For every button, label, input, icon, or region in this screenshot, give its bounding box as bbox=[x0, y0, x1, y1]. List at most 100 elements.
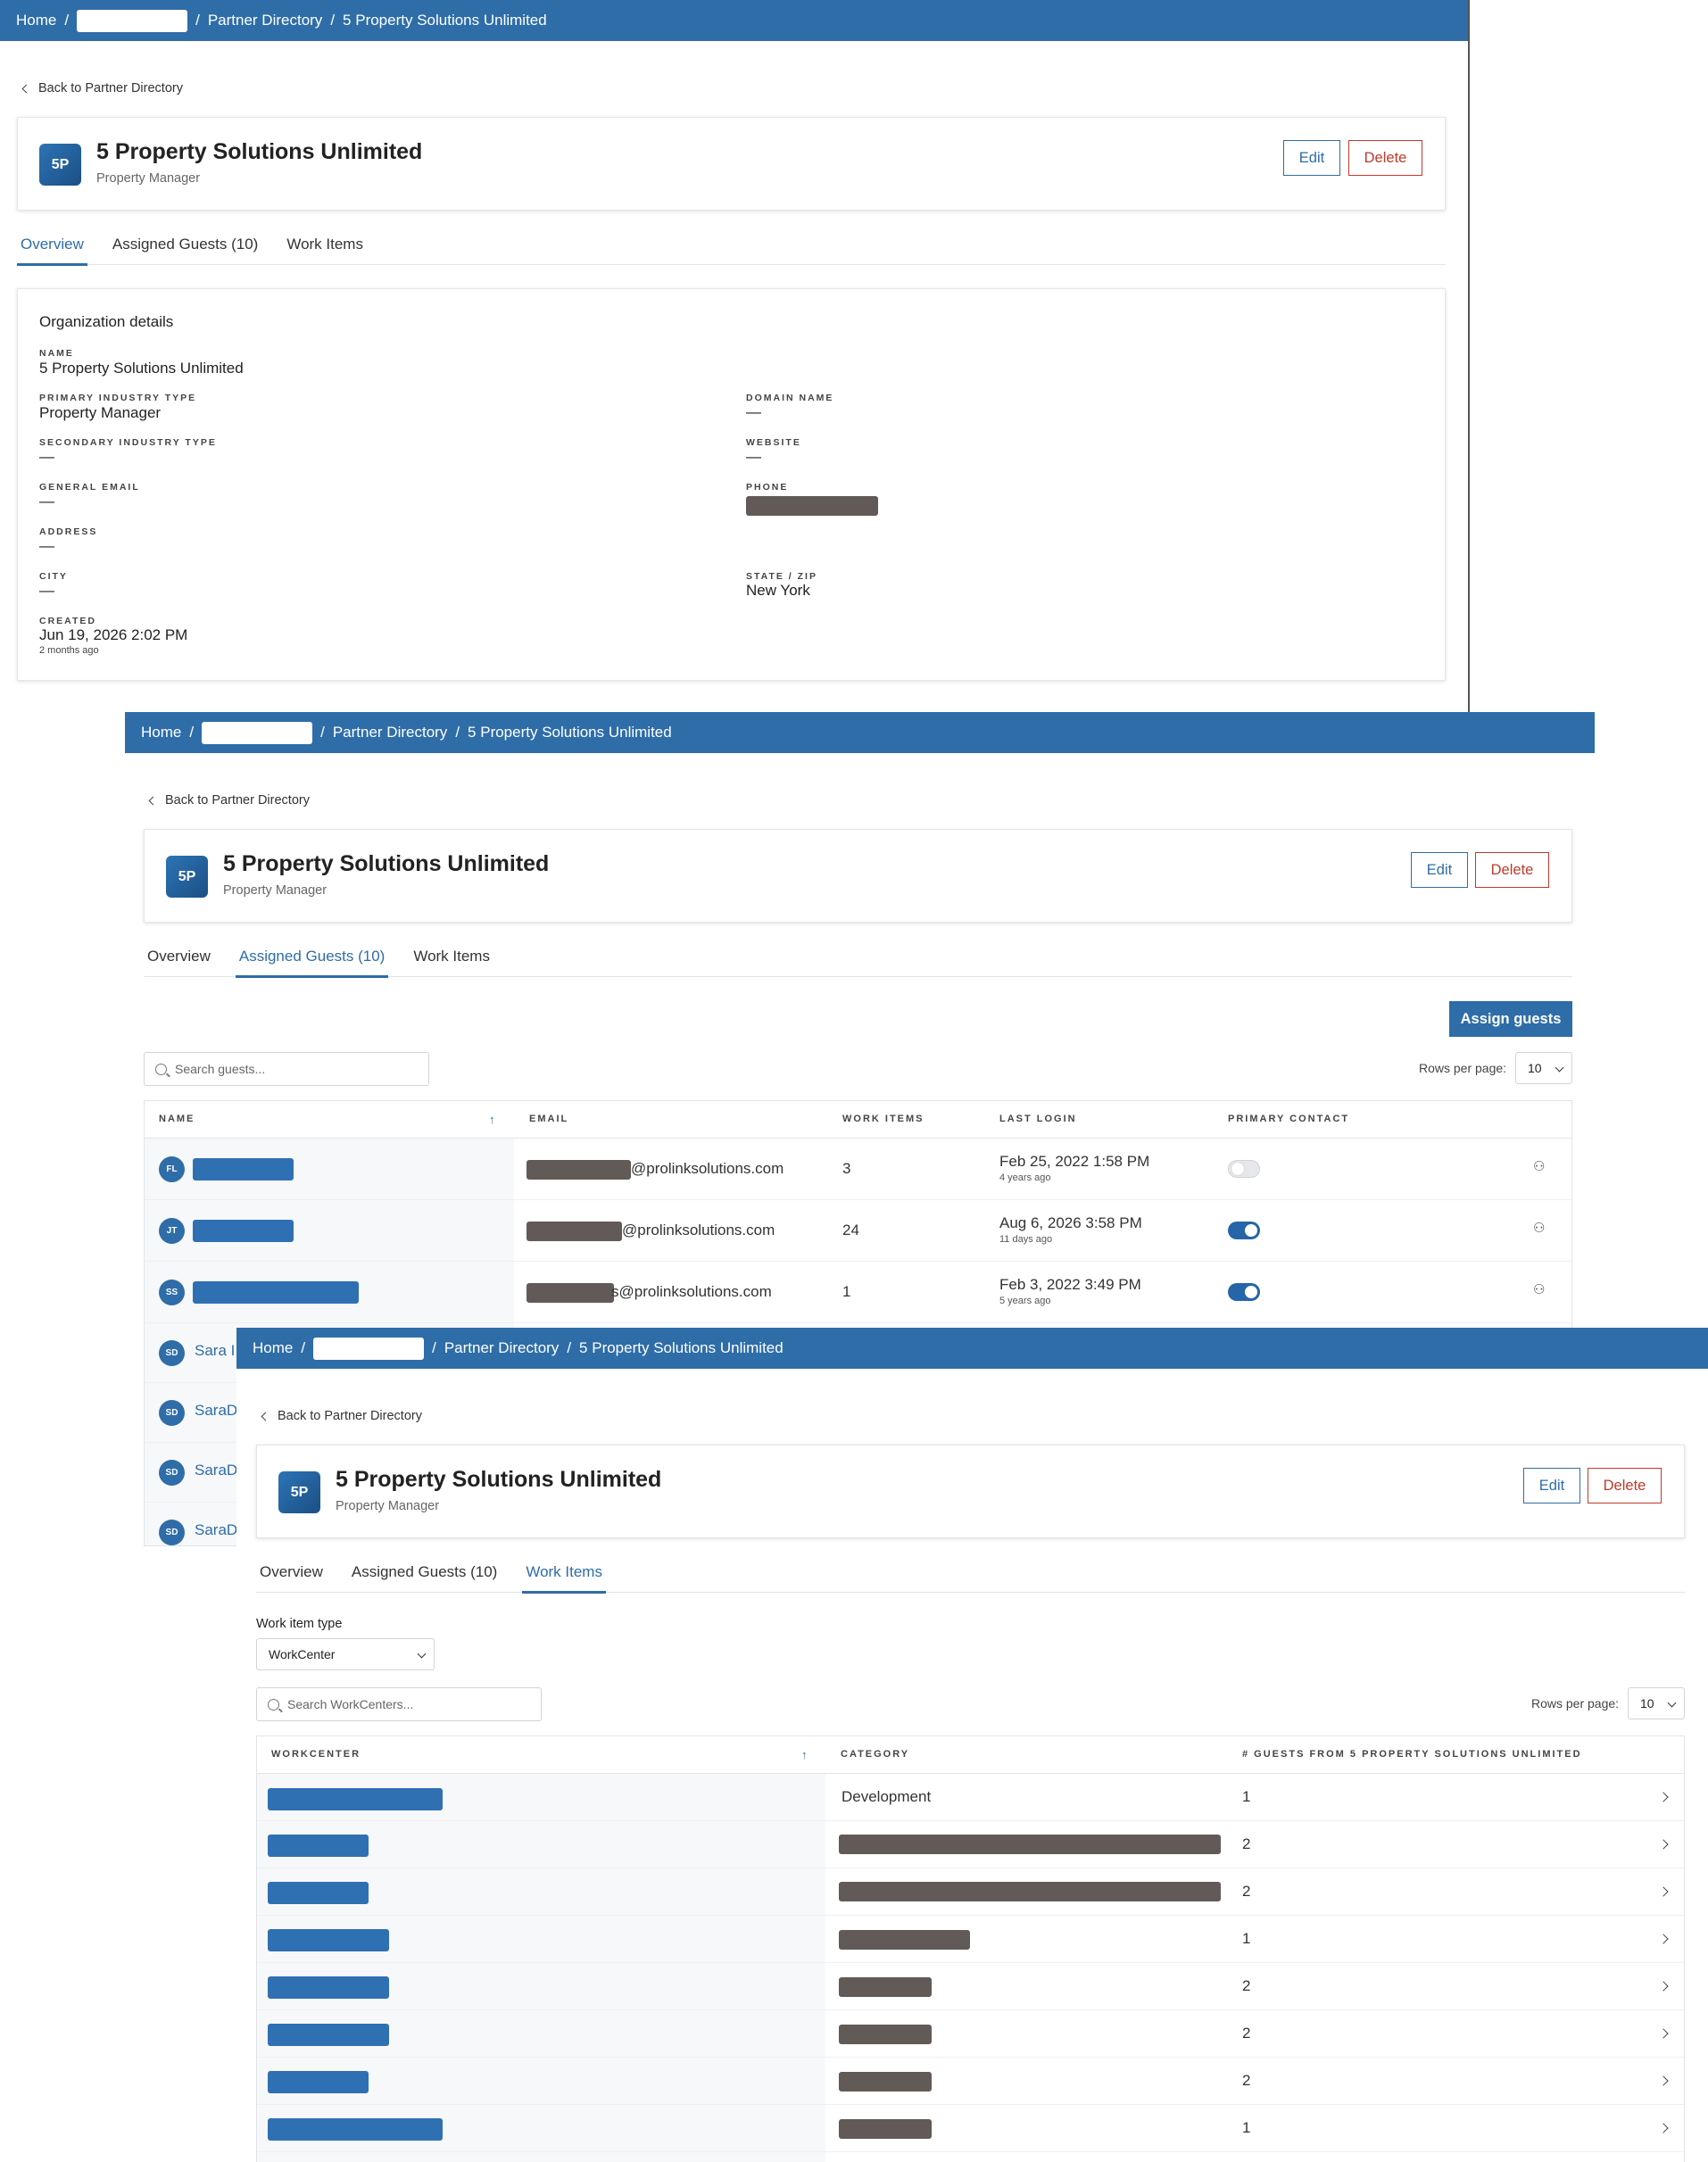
breadcrumb-partner-directory[interactable]: Partner Directory bbox=[333, 724, 447, 741]
workcenters-table-header: WORKCENTER ↑ CATEGORY # GUESTS FROM 5 PR… bbox=[257, 1736, 1684, 1774]
rows-per-page-select[interactable]: 10 bbox=[1628, 1687, 1685, 1719]
search-icon bbox=[155, 1063, 167, 1075]
workcenter-name-redacted[interactable] bbox=[268, 1835, 369, 1857]
sort-ascending-icon[interactable]: ↑ bbox=[489, 1113, 495, 1126]
rows-per-page-label: Rows per page: bbox=[1419, 1061, 1507, 1075]
user-action-icon[interactable]: ⚇ bbox=[1533, 1158, 1545, 1174]
toggle-knob bbox=[1231, 1163, 1244, 1175]
chevron-right-icon[interactable] bbox=[1658, 2028, 1669, 2039]
avatar: SD bbox=[159, 1340, 185, 1366]
workcenter-name-redacted[interactable] bbox=[268, 1882, 369, 1904]
primary-contact-toggle[interactable] bbox=[1228, 1160, 1260, 1178]
tab-assigned-guests[interactable]: Assigned Guests (10) bbox=[235, 935, 389, 978]
breadcrumb-current: 5 Property Solutions Unlimited bbox=[468, 724, 672, 741]
delete-button[interactable]: Delete bbox=[1588, 1468, 1662, 1503]
delete-button[interactable]: Delete bbox=[1475, 852, 1549, 888]
chevron-right-icon[interactable] bbox=[1658, 1839, 1669, 1850]
user-action-icon[interactable]: ⚇ bbox=[1533, 1220, 1545, 1236]
tab-overview[interactable]: Overview bbox=[256, 1551, 327, 1593]
work-item-type-select[interactable]: WorkCenter bbox=[256, 1638, 435, 1670]
tab-assigned-guests[interactable]: Assigned Guests (10) bbox=[348, 1551, 501, 1593]
city-label: CITY bbox=[39, 571, 68, 582]
workcenter-category: Development bbox=[842, 1788, 932, 1805]
sort-ascending-icon[interactable]: ↑ bbox=[801, 1748, 808, 1761]
category-redacted bbox=[839, 1977, 932, 1997]
workcenter-guest-count: 1 bbox=[1242, 1930, 1251, 1947]
workcenter-name-redacted[interactable] bbox=[268, 1976, 389, 1999]
user-action-icon[interactable]: ⚇ bbox=[1533, 1281, 1545, 1297]
primary-contact-toggle[interactable] bbox=[1228, 1222, 1260, 1239]
rows-per-page-select[interactable]: 10 bbox=[1515, 1052, 1572, 1084]
guest-name-partial[interactable]: SaraD bbox=[195, 1402, 237, 1420]
breadcrumb-separator: / bbox=[330, 12, 336, 29]
breadcrumb-home[interactable]: Home bbox=[253, 1339, 293, 1357]
guest-name-partial[interactable]: Sara I bbox=[195, 1342, 235, 1360]
table-row[interactable]: 2 bbox=[257, 1868, 1684, 1916]
work-item-type-value: WorkCenter bbox=[269, 1647, 336, 1661]
workcenter-guest-count: 2 bbox=[1242, 2025, 1251, 2042]
domain-name-value: — bbox=[746, 403, 761, 420]
column-header-workcenter[interactable]: WORKCENTER bbox=[271, 1749, 361, 1760]
guest-name-redacted[interactable] bbox=[193, 1158, 294, 1180]
tab-assigned-guests[interactable]: Assigned Guests (10) bbox=[109, 223, 261, 265]
table-row[interactable]: JT @prolinksolutions.com 24 Aug 6, 2026 … bbox=[145, 1200, 1571, 1262]
breadcrumb-partner-directory[interactable]: Partner Directory bbox=[444, 1339, 559, 1357]
table-row[interactable]: Development 1 bbox=[257, 1774, 1684, 1821]
email-user-redacted bbox=[526, 1160, 631, 1180]
tab-overview[interactable]: Overview bbox=[17, 223, 87, 266]
city-value: — bbox=[39, 582, 54, 599]
breadcrumb-home[interactable]: Home bbox=[16, 12, 56, 29]
chevron-right-icon[interactable] bbox=[1658, 2123, 1669, 2133]
assign-guests-button[interactable]: Assign guests bbox=[1449, 1001, 1572, 1037]
edit-button[interactable]: Edit bbox=[1411, 852, 1468, 888]
table-row[interactable]: 1 bbox=[257, 1916, 1684, 1963]
avatar: SD bbox=[159, 1460, 185, 1486]
guest-last-login-relative: 5 years ago bbox=[999, 1296, 1051, 1306]
search-guests-input[interactable]: Search guests... bbox=[144, 1052, 429, 1086]
breadcrumb-separator: / bbox=[567, 1339, 572, 1356]
tab-overview[interactable]: Overview bbox=[144, 935, 214, 977]
breadcrumb-redacted-segment[interactable] bbox=[202, 721, 313, 744]
workcenter-name-redacted[interactable] bbox=[268, 2118, 443, 2141]
breadcrumb-redacted-segment[interactable] bbox=[313, 1337, 425, 1360]
breadcrumb-redacted-segment[interactable] bbox=[77, 9, 188, 32]
chevron-right-icon[interactable] bbox=[1658, 2075, 1669, 2086]
category-redacted bbox=[839, 2072, 932, 2092]
table-row[interactable]: FL @prolinksolutions.com 3 Feb 25, 2022 … bbox=[145, 1139, 1571, 1200]
phone-label: PHONE bbox=[746, 482, 789, 493]
table-row[interactable]: SS s@prolinksolutions.com 1 Feb 3, 2022 … bbox=[145, 1262, 1571, 1323]
workcenter-name-redacted[interactable] bbox=[268, 1788, 443, 1810]
breadcrumb-partner-directory[interactable]: Partner Directory bbox=[208, 12, 322, 29]
avatar: SD bbox=[159, 1400, 185, 1426]
breadcrumb-home[interactable]: Home bbox=[141, 724, 181, 741]
chevron-right-icon[interactable] bbox=[1658, 1886, 1669, 1897]
breadcrumb-separator: / bbox=[320, 724, 325, 741]
chevron-right-icon[interactable] bbox=[1658, 1792, 1669, 1802]
guest-name-redacted[interactable] bbox=[193, 1281, 359, 1304]
guest-name-redacted[interactable] bbox=[193, 1220, 294, 1242]
tab-work-items[interactable]: Work Items bbox=[283, 223, 367, 265]
table-row[interactable]: 2 bbox=[257, 2010, 1684, 2058]
edit-button[interactable]: Edit bbox=[1283, 140, 1340, 176]
primary-contact-toggle[interactable] bbox=[1228, 1283, 1260, 1301]
table-row[interactable]: 2 bbox=[257, 1821, 1684, 1868]
back-to-partner-directory-link[interactable]: Back to Partner Directory bbox=[21, 81, 183, 95]
table-row[interactable]: 2 bbox=[257, 2058, 1684, 2105]
workcenter-name-redacted[interactable] bbox=[268, 2071, 369, 2093]
workcenter-name-redacted[interactable] bbox=[268, 2024, 389, 2046]
back-to-partner-directory-link[interactable]: Back to Partner Directory bbox=[148, 793, 310, 808]
workcenter-name-redacted[interactable] bbox=[268, 1929, 389, 1951]
column-header-name[interactable]: NAME bbox=[159, 1114, 195, 1124]
tab-work-items[interactable]: Work Items bbox=[410, 935, 493, 977]
chevron-right-icon[interactable] bbox=[1658, 1981, 1669, 1992]
tab-work-items[interactable]: Work Items bbox=[522, 1551, 606, 1594]
table-row[interactable]: 2 bbox=[257, 1963, 1684, 2010]
guest-name-partial[interactable]: SaraD bbox=[195, 1521, 237, 1539]
table-row[interactable]: 1 bbox=[257, 2105, 1684, 2152]
edit-button[interactable]: Edit bbox=[1523, 1468, 1580, 1503]
delete-button[interactable]: Delete bbox=[1348, 140, 1422, 176]
guest-name-partial[interactable]: SaraD bbox=[195, 1462, 237, 1479]
back-to-partner-directory-link[interactable]: Back to Partner Directory bbox=[261, 1409, 422, 1423]
chevron-right-icon[interactable] bbox=[1658, 1934, 1669, 1944]
search-workcenters-input[interactable]: Search WorkCenters... bbox=[256, 1687, 542, 1721]
